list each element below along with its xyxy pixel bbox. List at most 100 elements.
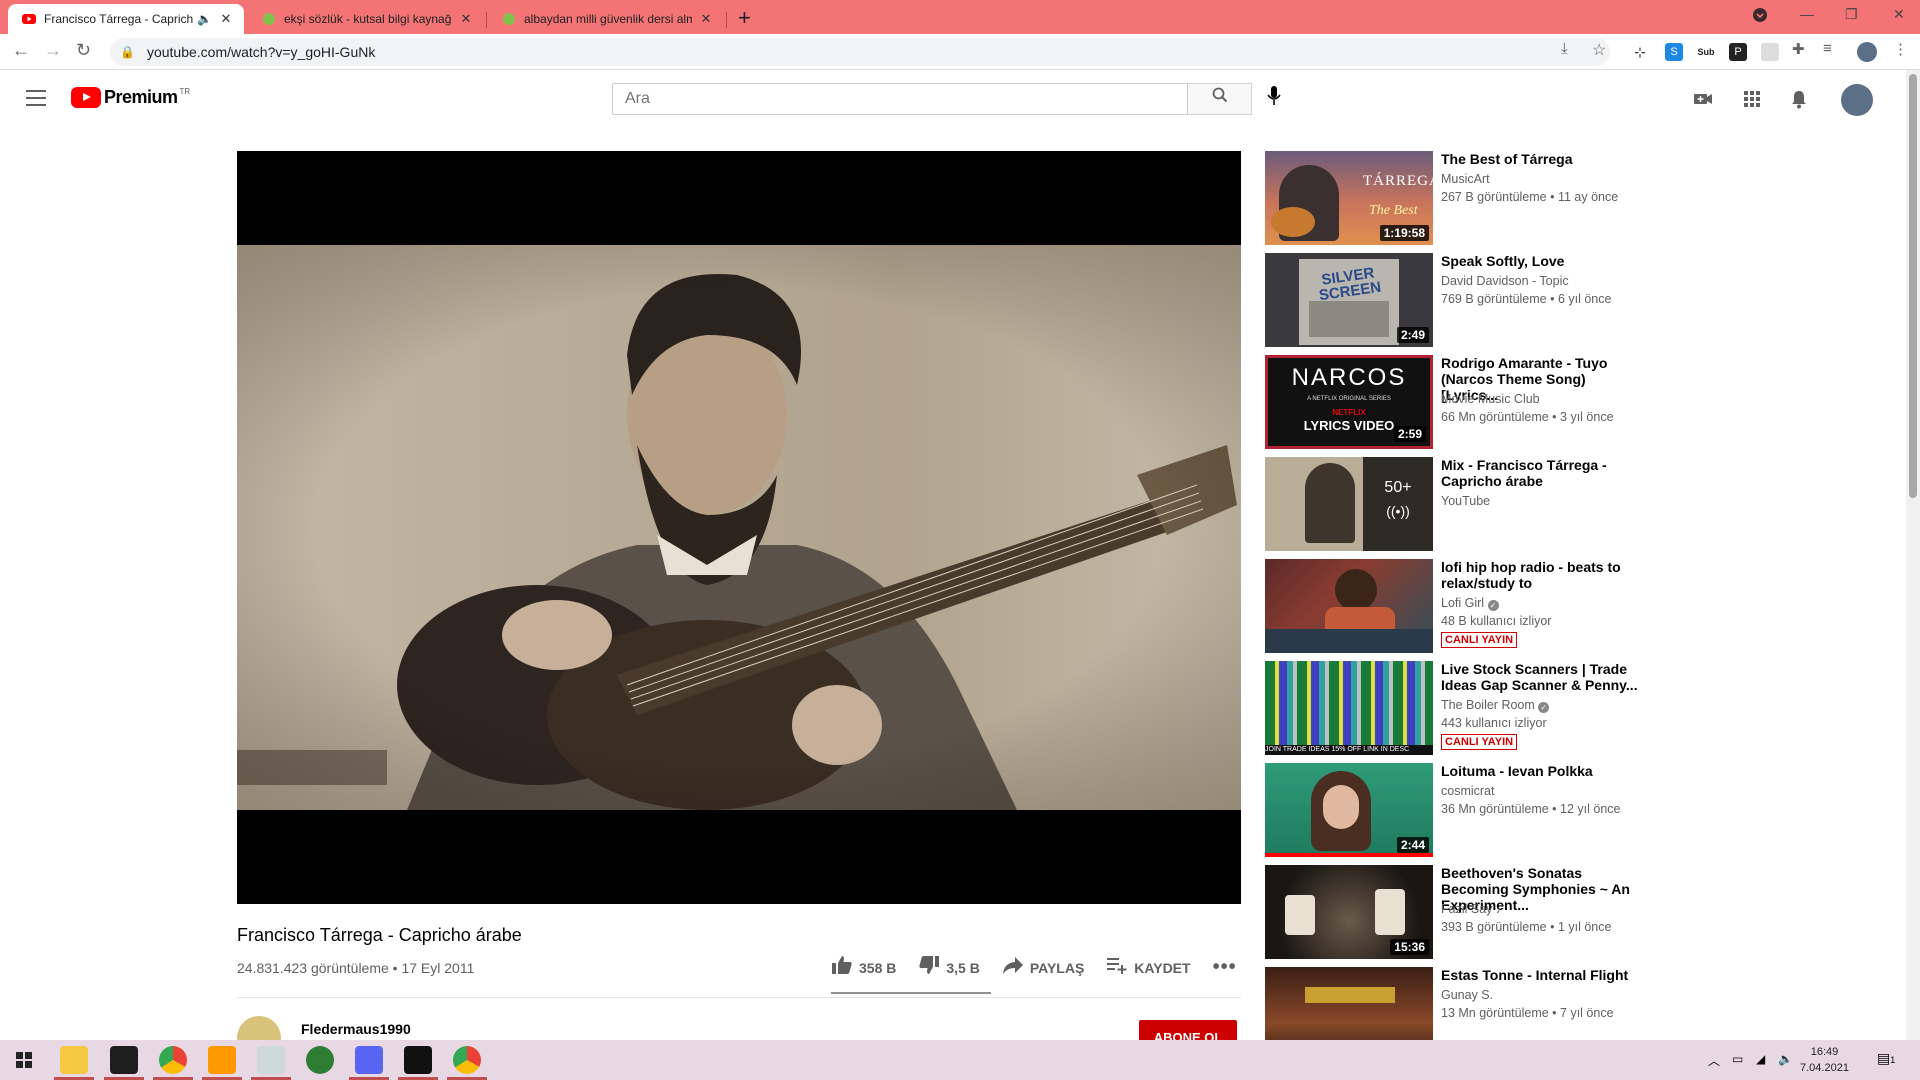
minimize-icon[interactable]: — [1800, 6, 1814, 22]
chrome-menu-icon[interactable]: ⋮ [1893, 40, 1908, 58]
orchestra-figure [1285, 895, 1315, 935]
thumbnail[interactable]: SILVER SCREEN 2:49 [1265, 253, 1433, 347]
thumbnail[interactable]: 50+ ((•)) [1265, 457, 1433, 551]
thumbnail[interactable]: NARCOS A NETFLIX ORIGINAL SERIES NETFLIX… [1265, 355, 1433, 449]
rec-channel[interactable]: Gunay S. [1441, 988, 1493, 1002]
install-icon[interactable]: ⤓ [1561, 40, 1568, 57]
file-explorer-icon[interactable] [60, 1046, 88, 1074]
console-icon[interactable] [404, 1046, 432, 1074]
apps-grid-icon[interactable] [1741, 88, 1763, 110]
rec-title[interactable]: Live Stock Scanners | Trade Ideas Gap Sc… [1441, 661, 1641, 693]
tab-search-icon[interactable] [1753, 8, 1767, 25]
thumbnail[interactable]: JOIN TRADE IDEAS 15% OFF LINK IN DESC [1265, 661, 1433, 755]
list-item[interactable]: JOIN TRADE IDEAS 15% OFF LINK IN DESC Li… [1265, 661, 1645, 755]
search-input[interactable] [612, 83, 1188, 115]
windows-start-icon[interactable] [10, 1046, 38, 1074]
rec-title[interactable]: Loituma - Ievan Polkka [1441, 763, 1641, 779]
rec-channel[interactable]: MusicArt [1441, 172, 1490, 186]
media-queue-icon[interactable]: ≡ [1823, 40, 1832, 57]
rec-channel-row[interactable]: Lofi Girl ✓ [1441, 596, 1499, 611]
notification-center-icon[interactable]: ▤1 [1877, 1050, 1895, 1067]
page-scrollbar[interactable] [1906, 70, 1920, 1040]
extension-s-icon[interactable]: S [1665, 43, 1683, 61]
battery-icon[interactable]: ▭ [1732, 1052, 1743, 1066]
list-item[interactable]: SILVER SCREEN 2:49 Speak Softly, Love Da… [1265, 253, 1645, 347]
channel-name[interactable]: Fledermaus1990 [301, 1021, 411, 1037]
maximize-icon[interactable]: ❐ [1845, 6, 1858, 23]
tab-eksi[interactable]: ekşi sözlük - kutsal bilgi kaynağı ✕ [248, 4, 484, 34]
close-tab-icon[interactable]: ✕ [218, 11, 234, 27]
share-button[interactable]: PAYLAŞ [1002, 955, 1084, 980]
list-item[interactable]: lofi hip hop radio - beats to relax/stud… [1265, 559, 1645, 653]
create-video-icon[interactable] [1692, 88, 1714, 110]
list-item[interactable]: TÁRREGA The Best 1:19:58 The Best of Tár… [1265, 151, 1645, 245]
rec-title[interactable]: lofi hip hop radio - beats to relax/stud… [1441, 559, 1641, 591]
notifications-bell-icon[interactable] [1788, 88, 1810, 110]
dislike-button[interactable]: 3,5 B [918, 955, 980, 980]
thumbnail[interactable]: TÁRREGA The Best 1:19:58 [1265, 151, 1433, 245]
wifi-icon[interactable]: ◢ [1756, 1052, 1765, 1066]
close-tab-icon[interactable]: ✕ [698, 11, 714, 27]
hs-app-icon[interactable] [306, 1046, 334, 1074]
more-actions-icon[interactable]: ••• [1213, 956, 1237, 979]
back-icon[interactable]: ← [12, 40, 30, 61]
rec-title[interactable]: Estas Tonne - Internal Flight [1441, 967, 1641, 983]
discord-icon[interactable] [355, 1046, 383, 1074]
hamburger-menu-icon[interactable] [26, 90, 46, 111]
close-tab-icon[interactable]: ✕ [458, 11, 474, 27]
rec-channel[interactable]: David Davidson - Topic [1441, 274, 1569, 288]
lock-icon[interactable]: 🔒 [120, 45, 135, 59]
thumbnail[interactable]: 2:44 [1265, 763, 1433, 857]
list-item[interactable]: NARCOS A NETFLIX ORIGINAL SERIES NETFLIX… [1265, 355, 1645, 449]
terminal-icon[interactable] [110, 1046, 138, 1074]
rec-title[interactable]: Mix - Francisco Tárrega - Capricho árabe [1441, 457, 1641, 489]
chrome-icon[interactable] [159, 1046, 187, 1074]
search-button[interactable] [1188, 83, 1252, 115]
microphone-icon[interactable] [1267, 86, 1281, 111]
new-tab-button[interactable]: + [738, 5, 751, 31]
tray-chevron-icon[interactable]: ︿ [1708, 1052, 1720, 1069]
address-bar[interactable]: 🔒 youtube.com/watch?v=y_goHI-GuNk [110, 38, 1610, 66]
extension-p-icon[interactable]: P [1729, 43, 1747, 61]
rec-channel[interactable]: Movie Music Club [1441, 392, 1540, 406]
account-avatar[interactable] [1841, 84, 1873, 116]
like-button[interactable]: 358 B [831, 955, 896, 980]
volume-icon[interactable]: 🔈 [1778, 1052, 1793, 1066]
thumbnail[interactable] [1265, 559, 1433, 653]
tab-eksi-2[interactable]: albaydan milli güvenlik dersi alm ✕ [488, 4, 724, 34]
close-window-icon[interactable]: ✕ [1893, 6, 1905, 23]
rec-channel[interactable]: cosmicrat [1441, 784, 1494, 798]
save-button[interactable]: KAYDET [1106, 955, 1191, 980]
bookmark-star-icon[interactable]: ☆ [1592, 40, 1606, 60]
system-clock[interactable]: 16:49 7.04.2021 [1800, 1044, 1849, 1076]
list-item[interactable]: 50+ ((•)) Mix - Francisco Tárrega - Capr… [1265, 457, 1645, 551]
thumbnail[interactable] [1265, 967, 1433, 1040]
logo-text: Premium [104, 87, 178, 107]
video-player[interactable] [237, 151, 1241, 904]
youtube-logo[interactable]: Premium TR [71, 87, 190, 108]
tab-youtube[interactable]: Francisco Tárrega - Capricho 🔈 ✕ [8, 4, 244, 34]
extensions-puzzle-icon[interactable]: ✚ [1792, 40, 1805, 58]
speaker-icon[interactable]: 🔈 [197, 12, 212, 26]
rec-title[interactable]: The Best of Tárrega [1441, 151, 1641, 167]
reload-icon[interactable]: ↻ [76, 40, 91, 61]
rec-channel[interactable]: YouTube [1441, 494, 1490, 508]
tab-title: Francisco Tárrega - Capricho [44, 12, 194, 26]
extension-grid-icon[interactable]: ⊹ [1631, 43, 1649, 61]
scrollbar-thumb[interactable] [1909, 74, 1917, 498]
rec-channel-row[interactable]: Fazil Say ♪ [1441, 902, 1501, 916]
list-item[interactable]: Estas Tonne - Internal Flight Gunay S. 1… [1265, 967, 1645, 1040]
sublime-text-icon[interactable] [208, 1046, 236, 1074]
extension-sub-icon[interactable]: Sub [1697, 43, 1715, 61]
photos-icon[interactable] [257, 1046, 285, 1074]
extension-bar-icon[interactable] [1761, 43, 1779, 61]
list-item[interactable]: 2:44 Loituma - Ievan Polkka cosmicrat 36… [1265, 763, 1645, 857]
rec-title[interactable]: Speak Softly, Love [1441, 253, 1641, 269]
tab-title: albaydan milli güvenlik dersi alm [524, 12, 692, 26]
rec-channel-row[interactable]: The Boiler Room ✓ [1441, 698, 1550, 713]
profile-avatar[interactable] [1857, 42, 1877, 62]
list-item[interactable]: 15:36 Beethoven's Sonatas Becoming Symph… [1265, 865, 1645, 959]
thumbnail[interactable]: 15:36 [1265, 865, 1433, 959]
forward-icon[interactable]: → [44, 40, 62, 61]
chrome-icon[interactable] [453, 1046, 481, 1074]
